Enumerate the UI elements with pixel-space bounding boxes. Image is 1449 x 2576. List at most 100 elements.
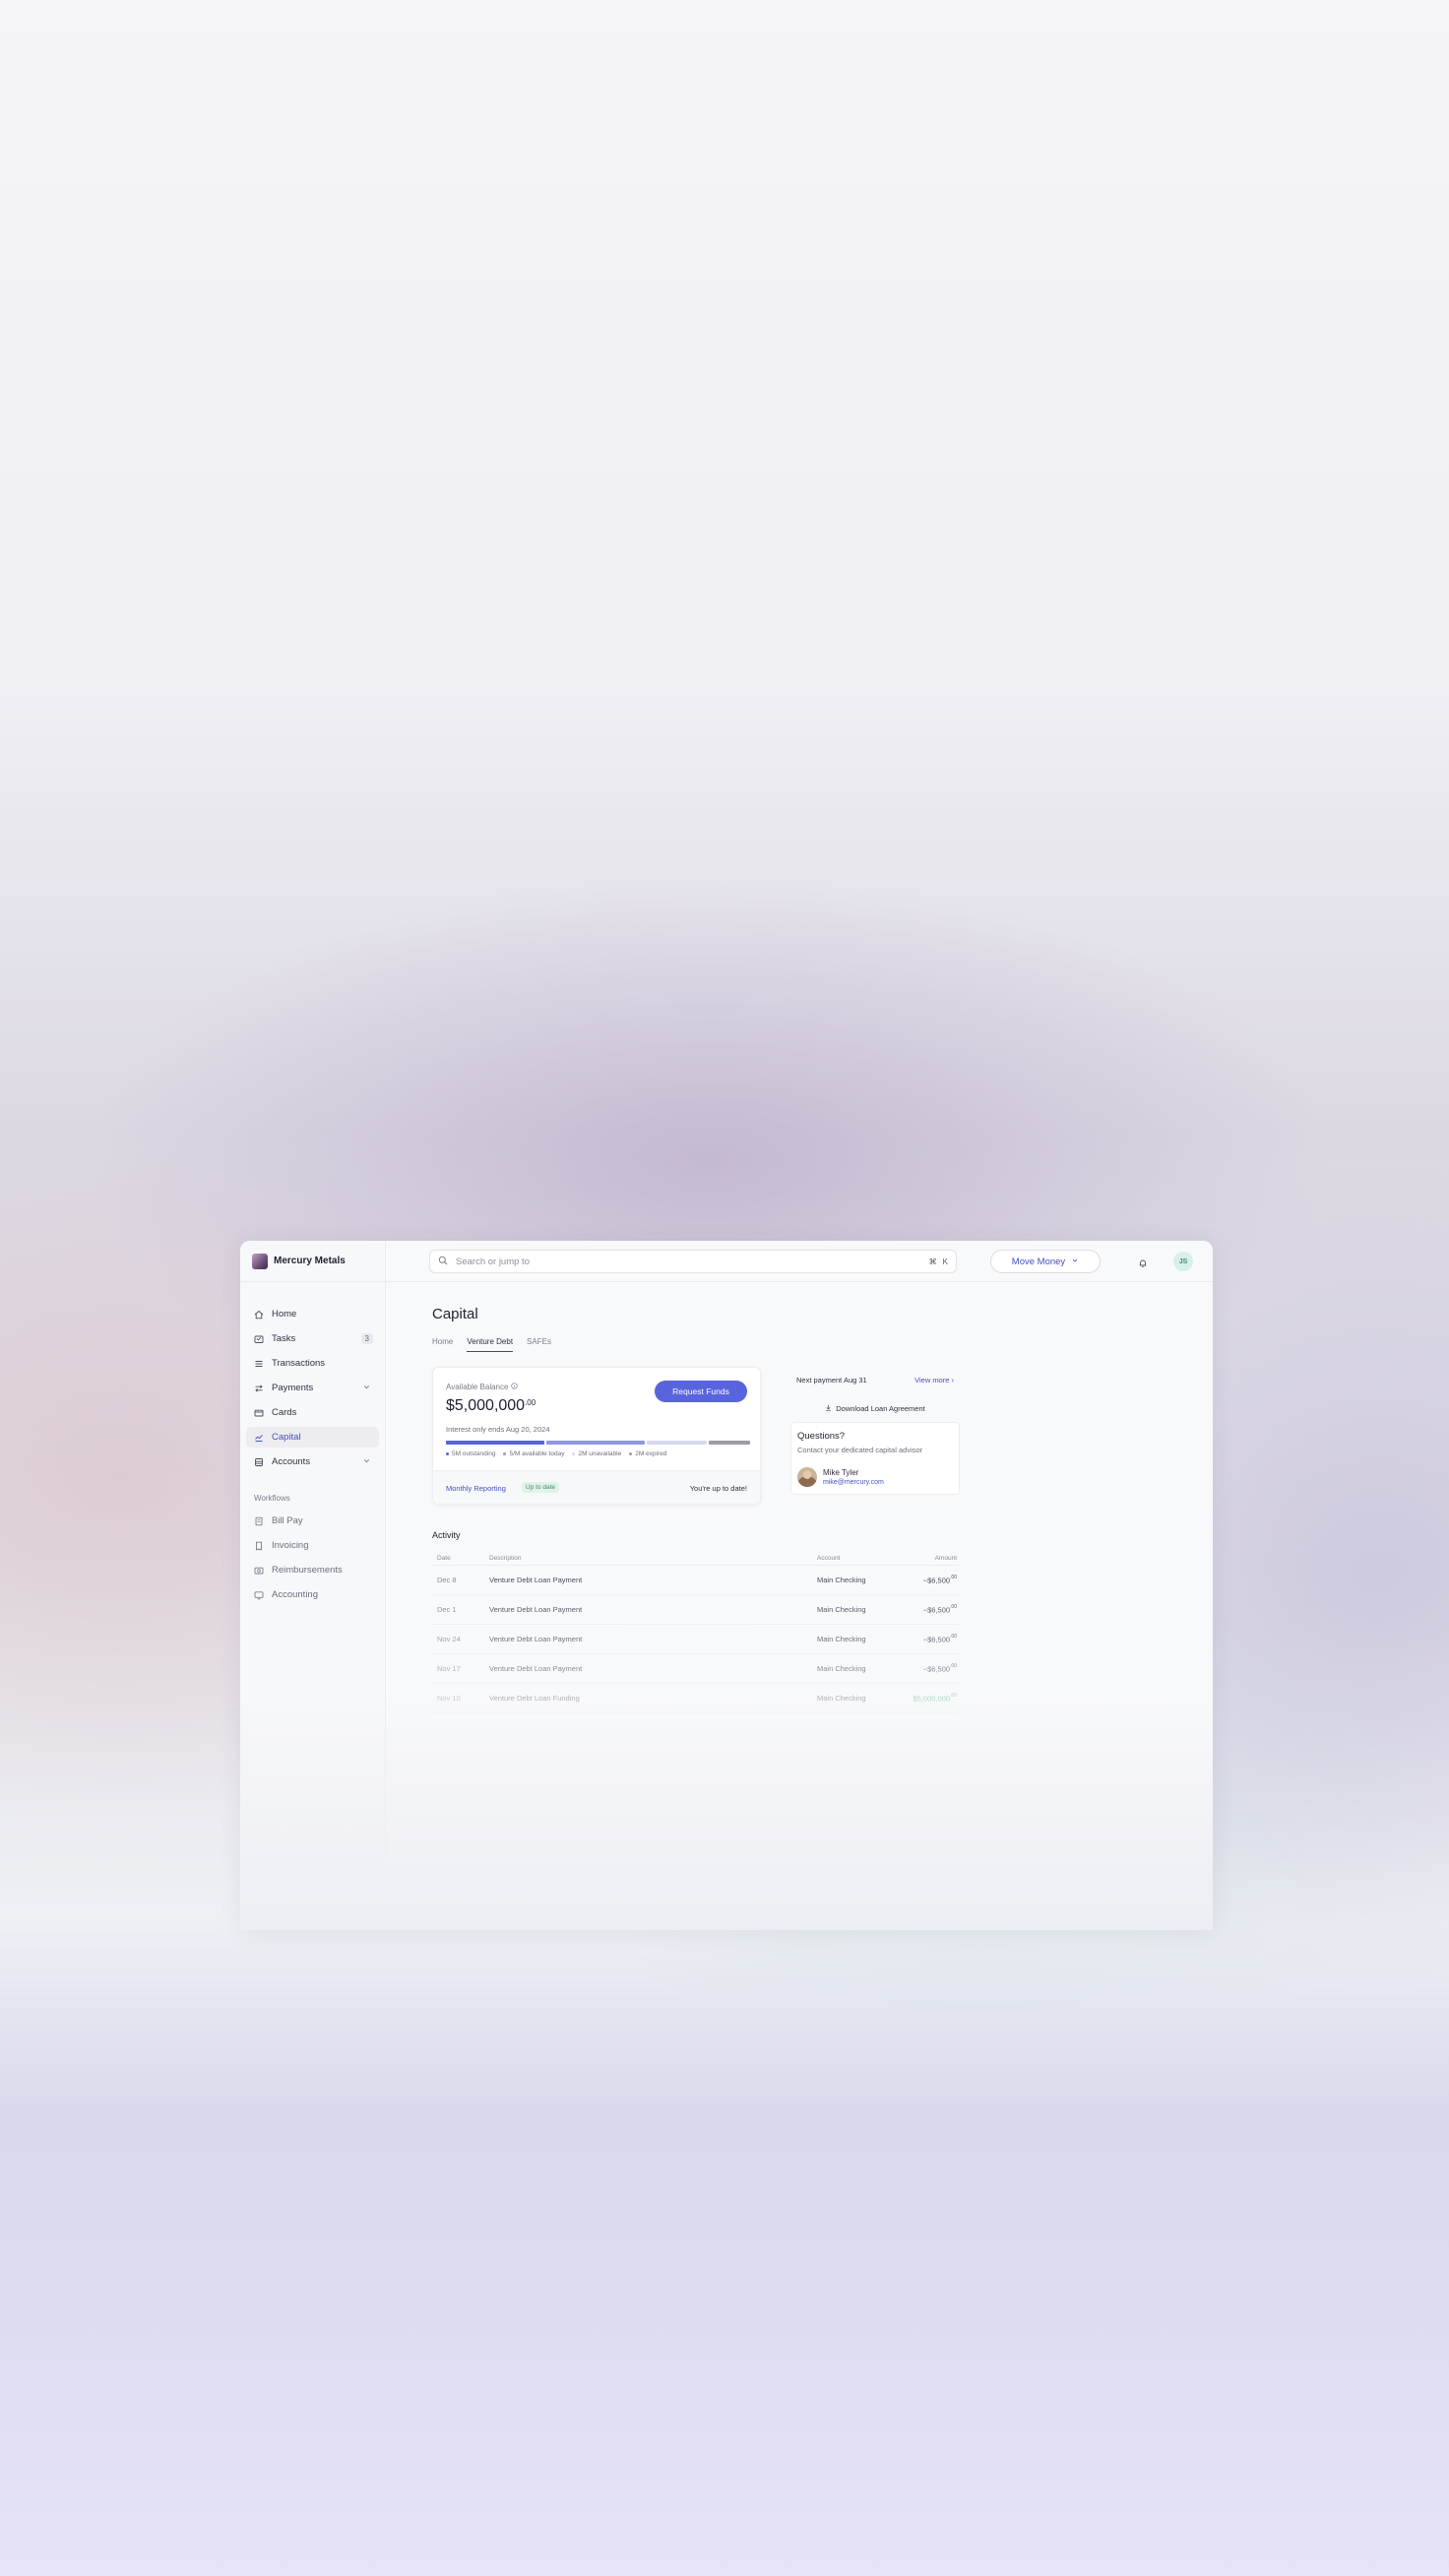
- row-description: Venture Debt Loan Payment: [489, 1576, 583, 1584]
- legend-label: 5M outstanding: [452, 1450, 496, 1457]
- row-amount: $5,000,000.00: [896, 1693, 959, 1704]
- status-badge: Up to date: [522, 1482, 559, 1493]
- row-description: Venture Debt Loan Payment: [489, 1635, 583, 1643]
- legend-dot: [446, 1452, 449, 1455]
- table-row[interactable]: Nov 10 Venture Debt Loan Funding Main Chec…: [432, 1684, 959, 1713]
- sidebar-item-transactions[interactable]: Transactions: [246, 1353, 379, 1374]
- search-icon: [438, 1253, 448, 1270]
- accounting-icon: [254, 1590, 264, 1600]
- legend-item: 2M expired: [629, 1450, 666, 1457]
- download-loan-agreement-button[interactable]: Download Loan Agreement: [790, 1400, 960, 1416]
- up-to-date-note: You're up to date!: [689, 1484, 747, 1493]
- sidebar-item-label: Transactions: [272, 1358, 326, 1369]
- avatar[interactable]: JS: [1173, 1252, 1193, 1271]
- credit-bar-segment: [647, 1441, 707, 1445]
- sidebar-item-label: Bill Pay: [272, 1515, 303, 1526]
- chevron-down-icon: [1071, 1256, 1079, 1267]
- sidebar-item-label: Home: [272, 1309, 297, 1320]
- monthly-reporting-link[interactable]: Monthly Reporting: [446, 1484, 506, 1493]
- credit-usage-bar: [446, 1441, 750, 1445]
- sidebar-item-capital[interactable]: Capital: [246, 1427, 379, 1448]
- questions-subtitle: Contact your dedicated capital advisor: [797, 1446, 923, 1454]
- tab-safes[interactable]: SAFEs: [527, 1337, 551, 1352]
- sidebar-item-tasks[interactable]: Tasks 3: [246, 1328, 379, 1349]
- row-account: Main Checking: [817, 1576, 866, 1584]
- chevron-down-icon[interactable]: [362, 1456, 371, 1468]
- credit-bar-segment: [709, 1441, 750, 1445]
- row-account: Main Checking: [817, 1694, 866, 1703]
- advisor-email-link[interactable]: mike@mercury.com: [823, 1479, 884, 1486]
- sidebar-item-accounts[interactable]: Accounts: [246, 1451, 379, 1472]
- sidebar-item-bill-pay[interactable]: Bill Pay: [246, 1511, 379, 1531]
- info-icon[interactable]: [511, 1383, 519, 1391]
- search-placeholder: Search or jump to: [456, 1256, 530, 1267]
- page-title: Capital: [432, 1306, 478, 1322]
- column-date[interactable]: Date: [432, 1552, 489, 1565]
- row-amount-cents: .00: [950, 1633, 957, 1640]
- row-amount-dollars: −$6,500: [922, 1635, 951, 1644]
- table-row[interactable]: Nov 17 Venture Debt Loan Payment Main Chec…: [432, 1654, 959, 1684]
- search-input[interactable]: Search or jump to ⌘ K: [429, 1250, 957, 1273]
- column-account[interactable]: Account: [817, 1552, 896, 1565]
- column-amount[interactable]: Amount: [896, 1552, 959, 1565]
- request-funds-button[interactable]: Request Funds: [655, 1381, 747, 1402]
- row-amount: −$6,500.00: [896, 1662, 959, 1674]
- transactions-icon: [254, 1359, 264, 1369]
- invoicing-icon: [254, 1541, 264, 1551]
- row-description: Venture Debt Loan Payment: [489, 1605, 583, 1614]
- table-body: Dec 8 Venture Debt Loan Payment Main Check…: [432, 1566, 959, 1713]
- row-amount: −$6,500.00: [896, 1575, 959, 1585]
- sidebar-item-invoicing[interactable]: Invoicing: [246, 1535, 379, 1556]
- sidebar-item-home[interactable]: Home: [246, 1304, 379, 1324]
- sidebar-item-label: Invoicing: [272, 1540, 309, 1551]
- topbar: Search or jump to ⌘ K Move Money JS: [386, 1241, 1213, 1282]
- reimbursements-icon: [254, 1566, 264, 1576]
- interest-note: Interest only ends Aug 20, 2024: [446, 1425, 550, 1434]
- legend-dot: [503, 1452, 507, 1455]
- sidebar-item-payments[interactable]: Payments: [246, 1378, 379, 1398]
- row-date: Dec 8: [437, 1576, 457, 1584]
- sidebar-item-cards[interactable]: Cards: [246, 1402, 379, 1423]
- tasks-icon: [254, 1334, 264, 1344]
- org-name: Mercury Metals: [274, 1256, 346, 1266]
- download-label: Download Loan Agreement: [836, 1403, 925, 1413]
- org-logo: [252, 1253, 268, 1269]
- search-shortcut: ⌘ K: [929, 1257, 948, 1266]
- activity-title: Activity: [432, 1530, 461, 1540]
- payments-icon: [254, 1384, 264, 1393]
- column-description[interactable]: Description: [489, 1552, 817, 1565]
- shortcut-key: K: [942, 1256, 948, 1266]
- row-amount-cents: .00: [950, 1662, 957, 1669]
- legend-dot: [572, 1452, 576, 1455]
- legend-item: 5/M available today: [503, 1450, 564, 1457]
- chevron-down-icon[interactable]: [362, 1383, 371, 1394]
- table-row[interactable]: Dec 1 Venture Debt Loan Payment Main Check…: [432, 1595, 959, 1625]
- loan-side-panel: Next payment Aug 31 View more › Download…: [790, 1367, 960, 1495]
- table-row[interactable]: Dec 8 Venture Debt Loan Payment Main Check…: [432, 1566, 959, 1595]
- credit-usage-legend: 5M outstanding 5/M available today 2M unav…: [446, 1450, 666, 1457]
- card-icon: [254, 1408, 264, 1418]
- row-amount-dollars: $5,000,000: [913, 1694, 951, 1704]
- questions-title: Questions?: [797, 1431, 846, 1442]
- row-account: Main Checking: [817, 1605, 866, 1614]
- bell-icon[interactable]: [1138, 1256, 1148, 1273]
- capital-tabs: Home Venture Debt SAFEs: [432, 1337, 964, 1353]
- tab-home[interactable]: Home: [432, 1337, 453, 1352]
- sidebar-item-reimbursements[interactable]: Reimbursements: [246, 1560, 379, 1580]
- move-money-button[interactable]: Move Money: [990, 1250, 1101, 1273]
- capital-icon: [254, 1433, 264, 1443]
- row-amount: −$6,500.00: [896, 1604, 959, 1615]
- home-icon: [254, 1310, 264, 1320]
- advisor-name: Mike Tyler: [823, 1468, 859, 1477]
- table-header: Date Description Account Amount: [432, 1552, 959, 1566]
- credit-bar-segment: [546, 1441, 645, 1445]
- table-row[interactable]: Nov 24 Venture Debt Loan Payment Main Chec…: [432, 1625, 959, 1654]
- legend-item: 2M unavailable: [572, 1450, 621, 1457]
- sidebar-item-accounting[interactable]: Accounting: [246, 1584, 379, 1605]
- view-more-link[interactable]: View more ›: [914, 1376, 954, 1385]
- credit-bar-segment: [446, 1441, 544, 1445]
- workflows-section-label: Workflows: [254, 1494, 290, 1503]
- org-switcher[interactable]: Mercury Metals: [240, 1241, 385, 1282]
- tab-venture-debt[interactable]: Venture Debt: [467, 1337, 514, 1352]
- sidebar: Mercury Metals Home Tasks 3 Transactions…: [240, 1241, 386, 1930]
